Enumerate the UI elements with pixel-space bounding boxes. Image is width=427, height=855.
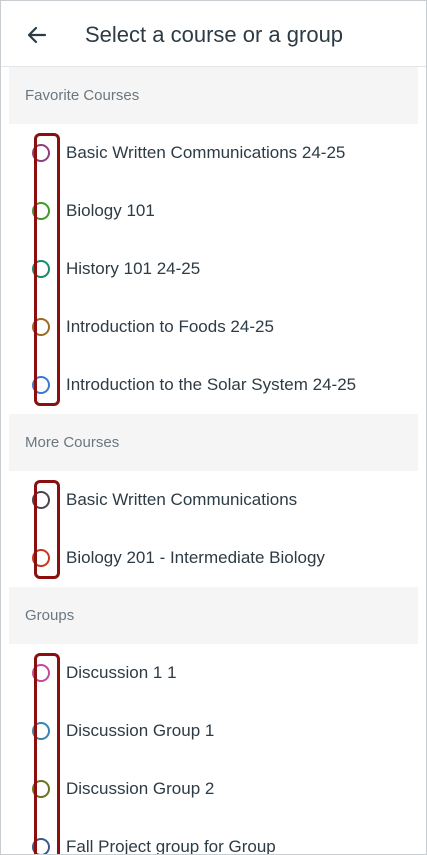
item-label: Introduction to Foods 24-25	[66, 317, 274, 336]
list-item[interactable]: History 101 24-25	[9, 240, 418, 298]
item-label: Basic Written Communications	[66, 490, 298, 509]
item-label: Discussion Group 1	[66, 721, 215, 740]
course-group-list: Favorite Courses Basic Written Communica…	[9, 67, 418, 854]
back-button[interactable]	[23, 21, 51, 49]
list-item[interactable]: Introduction to Foods 24-25	[9, 298, 418, 356]
item-label: History 101 24-25	[66, 259, 201, 278]
section-header-favorite-courses: Favorite Courses	[9, 67, 418, 124]
list-item[interactable]: Biology 101	[9, 182, 418, 240]
section-header-more-courses: More Courses	[9, 414, 418, 471]
list-item[interactable]: Basic Written Communications	[9, 471, 418, 529]
radio-button[interactable]	[32, 664, 50, 682]
item-label: Basic Written Communications 24-25	[66, 143, 346, 162]
radio-button[interactable]	[32, 144, 50, 162]
radio-button[interactable]	[32, 491, 50, 509]
favorite-courses-list: Basic Written Communications 24-25 Biolo…	[9, 124, 418, 414]
item-label: Discussion Group 2	[66, 779, 215, 798]
radio-button[interactable]	[32, 780, 50, 798]
list-item[interactable]: Basic Written Communications 24-25	[9, 124, 418, 182]
radio-button[interactable]	[32, 838, 50, 854]
radio-button[interactable]	[32, 202, 50, 220]
radio-button[interactable]	[32, 722, 50, 740]
list-item[interactable]: Discussion Group 2	[9, 760, 418, 818]
item-label: Introduction to the Solar System 24-25	[66, 375, 357, 394]
section-header-groups: Groups	[9, 587, 418, 644]
list-item[interactable]: Introduction to the Solar System 24-25	[9, 356, 418, 414]
list-item[interactable]: Discussion 1 1	[9, 644, 418, 702]
screen: Select a course or a group Favorite Cour…	[0, 0, 427, 855]
item-label: Biology 201 - Intermediate Biology	[66, 548, 325, 567]
item-label: Discussion 1 1	[66, 663, 177, 682]
radio-button[interactable]	[32, 260, 50, 278]
item-label: Fall Project group for Group	[66, 837, 276, 855]
item-label: Biology 101	[66, 201, 155, 220]
list-item[interactable]: Discussion Group 1	[9, 702, 418, 760]
more-courses-list: Basic Written Communications Biology 201…	[9, 471, 418, 587]
list-item[interactable]: Biology 201 - Intermediate Biology	[9, 529, 418, 587]
groups-list: Discussion 1 1 Discussion Group 1 Discus…	[9, 644, 418, 855]
arrow-left-icon	[27, 26, 47, 44]
radio-button[interactable]	[32, 376, 50, 394]
list-item[interactable]: Fall Project group for Group	[9, 818, 418, 855]
radio-button[interactable]	[32, 318, 50, 336]
top-app-bar: Select a course or a group	[1, 1, 426, 67]
page-title: Select a course or a group	[85, 22, 344, 47]
radio-button[interactable]	[32, 549, 50, 567]
